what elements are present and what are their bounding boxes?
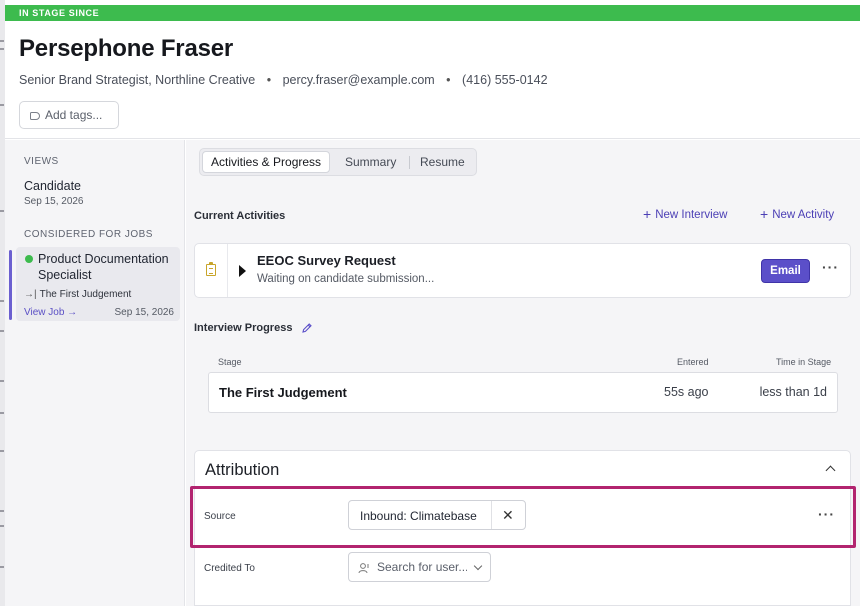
clipboard-icon — [206, 262, 216, 276]
sidebar-view-candidate[interactable]: Candidate — [24, 179, 81, 193]
job-stage-label: The First Judgement — [39, 289, 132, 300]
candidate-name: Persephone Fraser — [19, 35, 234, 62]
stage-time-in-stage: less than 1d — [759, 385, 827, 399]
stage-row: The First Judgement 55s ago less than 1d — [208, 372, 838, 413]
new-interview-label: New Interview — [655, 209, 728, 221]
collapse-chevron-icon[interactable] — [825, 465, 836, 476]
plus-icon: + — [760, 206, 769, 222]
tab-summary[interactable]: Summary — [337, 151, 404, 173]
activity-icon-column — [195, 244, 228, 297]
email-button[interactable]: Email — [761, 259, 810, 283]
stage-name: The First Judgement — [219, 385, 347, 400]
job-status-dot — [25, 255, 33, 263]
tab-separator — [409, 156, 410, 169]
candidate-meta: Senior Brand Strategist, Northline Creat… — [19, 73, 548, 87]
new-interview-button[interactable]: + New Interview — [643, 206, 727, 222]
activity-card: EEOC Survey Request Waiting on candidate… — [194, 243, 851, 298]
stage-column-header: Stage — [218, 357, 242, 367]
source-highlight-box — [190, 486, 856, 548]
new-activity-label: New Activity — [772, 209, 835, 221]
time-in-stage-column-header: Time in Stage — [776, 357, 832, 367]
tab-resume[interactable]: Resume — [412, 151, 473, 173]
job-title: Product Documentation Specialist — [38, 252, 169, 282]
job-card[interactable]: Product Documentation Specialist →| The F… — [16, 247, 180, 321]
credited-to-label: Credited To — [204, 563, 255, 574]
candidate-email[interactable]: percy.fraser@example.com — [283, 73, 435, 87]
add-tags-button[interactable]: Add tags... — [19, 101, 119, 129]
user-icon — [358, 563, 369, 574]
sidebar: VIEWS Candidate Sep 15, 2026 CONSIDERED … — [5, 140, 185, 606]
stage-arrow-icon: →| — [24, 289, 37, 300]
activity-more-button[interactable]: ··· — [822, 259, 839, 275]
new-activity-button[interactable]: + New Activity — [760, 206, 834, 222]
entered-column-header: Entered — [677, 357, 709, 367]
jobs-heading: CONSIDERED FOR JOBS — [24, 229, 153, 240]
views-heading: VIEWS — [24, 156, 59, 167]
tab-bar: Activities & Progress Summary Resume — [199, 148, 477, 176]
job-date: Sep 15, 2026 — [114, 307, 175, 318]
candidate-header: Persephone Fraser Senior Brand Strategis… — [5, 21, 860, 139]
candidate-phone[interactable]: (416) 555-0142 — [462, 73, 547, 87]
tag-icon — [30, 112, 40, 120]
activity-title: EEOC Survey Request — [257, 253, 396, 268]
credited-to-search[interactable] — [348, 552, 491, 582]
tab-activities-progress[interactable]: Activities & Progress — [202, 151, 331, 173]
job-active-indicator — [9, 250, 12, 320]
job-stage: →| The First Judgement — [24, 289, 131, 300]
chevron-down-icon[interactable] — [473, 561, 483, 571]
attribution-title: Attribution — [205, 461, 280, 479]
expand-caret-icon[interactable] — [239, 265, 246, 277]
sidebar-view-date: Sep 15, 2026 — [24, 196, 84, 207]
current-activities-heading: Current Activities — [194, 210, 286, 222]
view-job-link[interactable]: View Job → — [24, 307, 77, 318]
stage-entered: 55s ago — [664, 385, 709, 399]
activity-subtitle: Waiting on candidate submission... — [257, 273, 435, 285]
add-tags-label: Add tags... — [45, 108, 103, 122]
meta-separator: • — [266, 73, 272, 87]
interview-progress-heading: Interview Progress — [194, 322, 293, 334]
candidate-title-company: Senior Brand Strategist, Northline Creat… — [19, 73, 256, 87]
meta-separator: • — [446, 73, 451, 87]
user-search-input[interactable] — [377, 559, 467, 575]
plus-icon: + — [643, 206, 652, 222]
stage-banner: IN STAGE SINCE — [5, 5, 860, 21]
pencil-icon[interactable] — [301, 322, 313, 334]
